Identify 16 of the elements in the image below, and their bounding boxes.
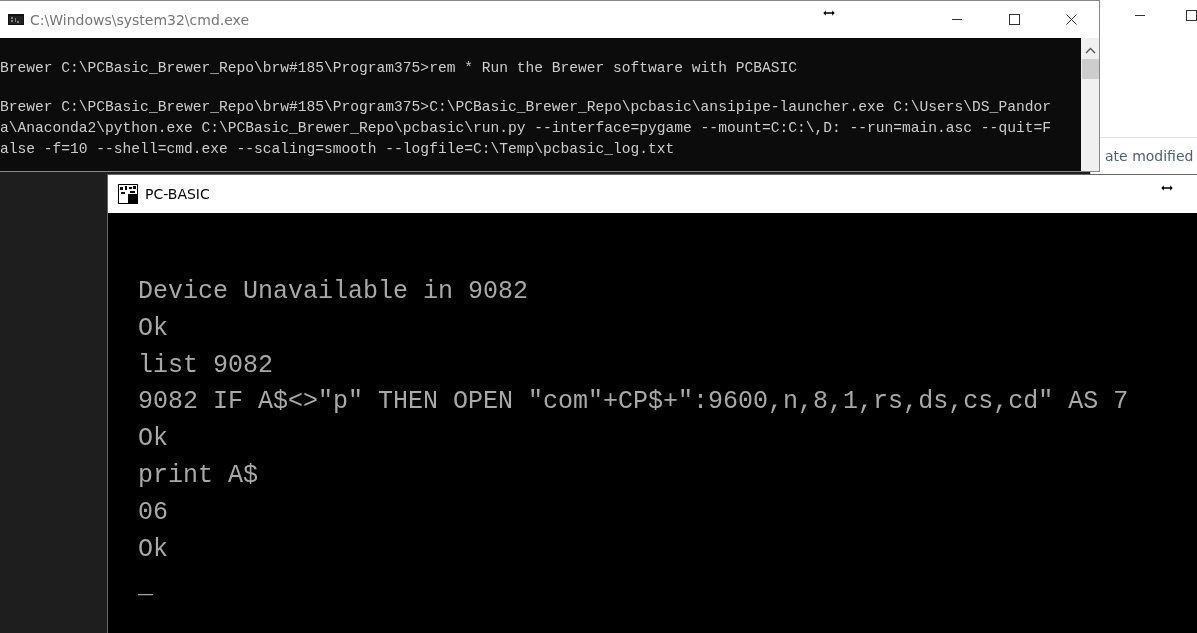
console-line: Brewer C:\PCBasic_Brewer_Repo\brw#185\Program375>C:\PCBasic_Brewer_Repo\pcbasic\ansipipe-launcher.exe C:\Users\DS_Pandor — [0, 98, 1052, 117]
console-line: Brewer C:\PCBasic_Brewer_Repo\brw#185\Program375>rem * Run the Brewer software with PCBASIC — [0, 59, 798, 78]
window-title: PC-BASIC — [145, 186, 210, 202]
output-line: list 9082 — [138, 349, 275, 382]
console-line: alse -f=10 --shell=cmd.exe --scaling=smooth --logfile=C:\Temp\pcbasic_log.txt — [0, 140, 676, 159]
output-line: Device Unavailable in 9082 — [138, 276, 530, 308]
column-header[interactable]: ate modified — [1105, 148, 1194, 164]
window-title: C:\Windows\system32\cmd.exe — [30, 11, 250, 28]
text-cursor: _ — [138, 570, 154, 603]
output-line: 9082 IF A$<>"p" THEN OPEN "com"+CP$+":9600,n,8,1,rs,ds,cs,cd" AS 7 — [138, 386, 1130, 419]
output-line: Ok — [138, 312, 169, 345]
console-line: a\Anaconda2\python.exe C:\PCBasic_Brewer_Repo\pcbasic\run.py --interface=pygame --mount=C:C:\,D: --run=main.asc --quit=F — [0, 119, 1052, 138]
output-line: 06 — [138, 496, 169, 529]
output-line: print A$ — [138, 460, 260, 492]
output-line: Ok — [138, 533, 169, 566]
output-line: Ok — [138, 423, 169, 456]
